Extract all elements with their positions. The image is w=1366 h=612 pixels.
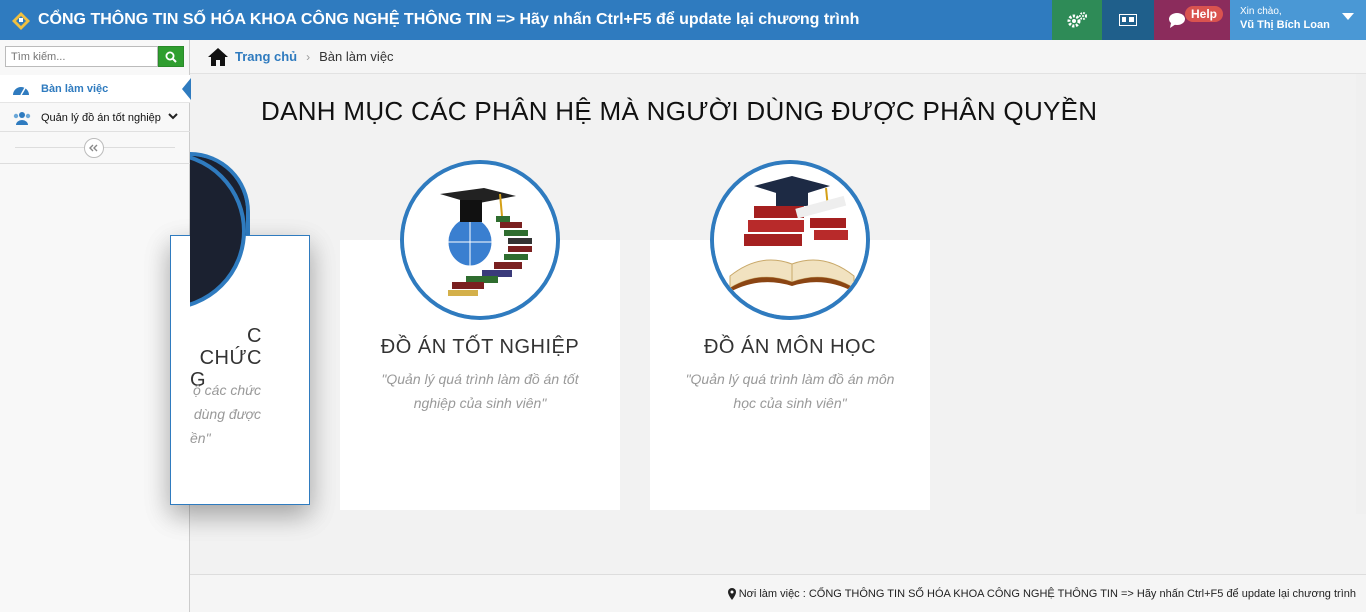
chat-icon — [1169, 13, 1185, 28]
search-button[interactable] — [158, 46, 184, 67]
help-badge[interactable]: Help — [1184, 6, 1223, 22]
sidebar-item-ban-lam-viec[interactable]: Bàn làm việc — [0, 75, 191, 103]
dashboard-icon — [13, 86, 29, 95]
sidebar-item-label: Bàn làm việc — [41, 82, 109, 95]
breadcrumb-current: Bàn làm việc — [319, 49, 394, 64]
settings-button[interactable] — [1052, 0, 1102, 40]
card-description: "Quản lý quá trình làm đồ án tốt nghiệp … — [381, 371, 579, 411]
breadcrumb: Trang chủ › Bàn làm việc — [190, 40, 1366, 74]
card-title: ĐỒ ÁN TỐT NGHIỆP — [380, 336, 580, 358]
app-title: CỔNG THÔNG TIN SỐ HÓA KHOA CÔNG NGHỆ THÔ… — [38, 11, 860, 28]
card-title: ĐỒ ÁN MÔN HỌC — [703, 336, 877, 358]
footer: Nơi làm việc : CỔNG THÔNG TIN SỐ HÓA KHO… — [190, 574, 1366, 612]
breadcrumb-home-link[interactable]: Trang chủ — [235, 49, 297, 64]
keyboard-button[interactable] — [1102, 0, 1154, 40]
search-input[interactable] — [5, 46, 158, 67]
footer-text: Nơi làm việc : CỔNG THÔNG TIN SỐ HÓA KHO… — [738, 587, 1356, 600]
chevron-down-icon — [168, 113, 178, 120]
partial-card-desc: ộ các chức dùng được ền" — [190, 382, 261, 446]
gears-icon — [1067, 12, 1087, 28]
users-icon — [13, 111, 31, 125]
main-content: Trang chủ › Bàn làm việc DANH MỤC CÁC PH… — [170, 40, 1366, 612]
card-description: "Quản lý quá trình làm đồ án môn học của… — [685, 371, 895, 411]
keyboard-icon — [1119, 14, 1137, 26]
sidebar: Bàn làm việc Quản lý đồ án tốt nghiệp — [0, 40, 191, 612]
module-partial-circle-wrap — [190, 152, 248, 310]
home-icon — [208, 47, 228, 66]
map-marker-icon — [727, 587, 736, 600]
logo-icon — [12, 12, 30, 30]
scrollbar[interactable] — [1356, 74, 1366, 514]
double-chevron-left-icon — [89, 144, 98, 152]
divider — [0, 163, 190, 164]
help-button[interactable]: Help — [1154, 0, 1230, 40]
graduation-books-globe-icon[interactable] — [400, 160, 560, 320]
sidebar-item-label: Quản lý đồ án tốt nghiệp — [41, 111, 161, 124]
caret-down-icon — [1342, 13, 1354, 20]
graduation-cap-open-book-icon[interactable] — [710, 160, 870, 320]
top-navbar: CỔNG THÔNG TIN SỐ HÓA KHOA CÔNG NGHỆ THÔ… — [0, 0, 1366, 40]
user-menu[interactable]: Xin chào, Vũ Thị Bích Loan — [1230, 0, 1366, 40]
user-name: Vũ Thị Bích Loan — [1240, 19, 1330, 31]
sidebar-item-quan-ly-do-an[interactable]: Quản lý đồ án tốt nghiệp — [0, 104, 190, 132]
sidebar-collapse-button[interactable] — [84, 138, 104, 158]
search-icon — [165, 51, 177, 63]
breadcrumb-separator-icon: › — [306, 49, 311, 64]
brand[interactable]: CỔNG THÔNG TIN SỐ HÓA KHOA CÔNG NGHỆ THÔ… — [0, 0, 859, 40]
user-greeting: Xin chào, — [1240, 6, 1282, 17]
page-heading: DANH MỤC CÁC PHÂN HỆ MÀ NGƯỜI DÙNG ĐƯỢC … — [261, 96, 1098, 126]
